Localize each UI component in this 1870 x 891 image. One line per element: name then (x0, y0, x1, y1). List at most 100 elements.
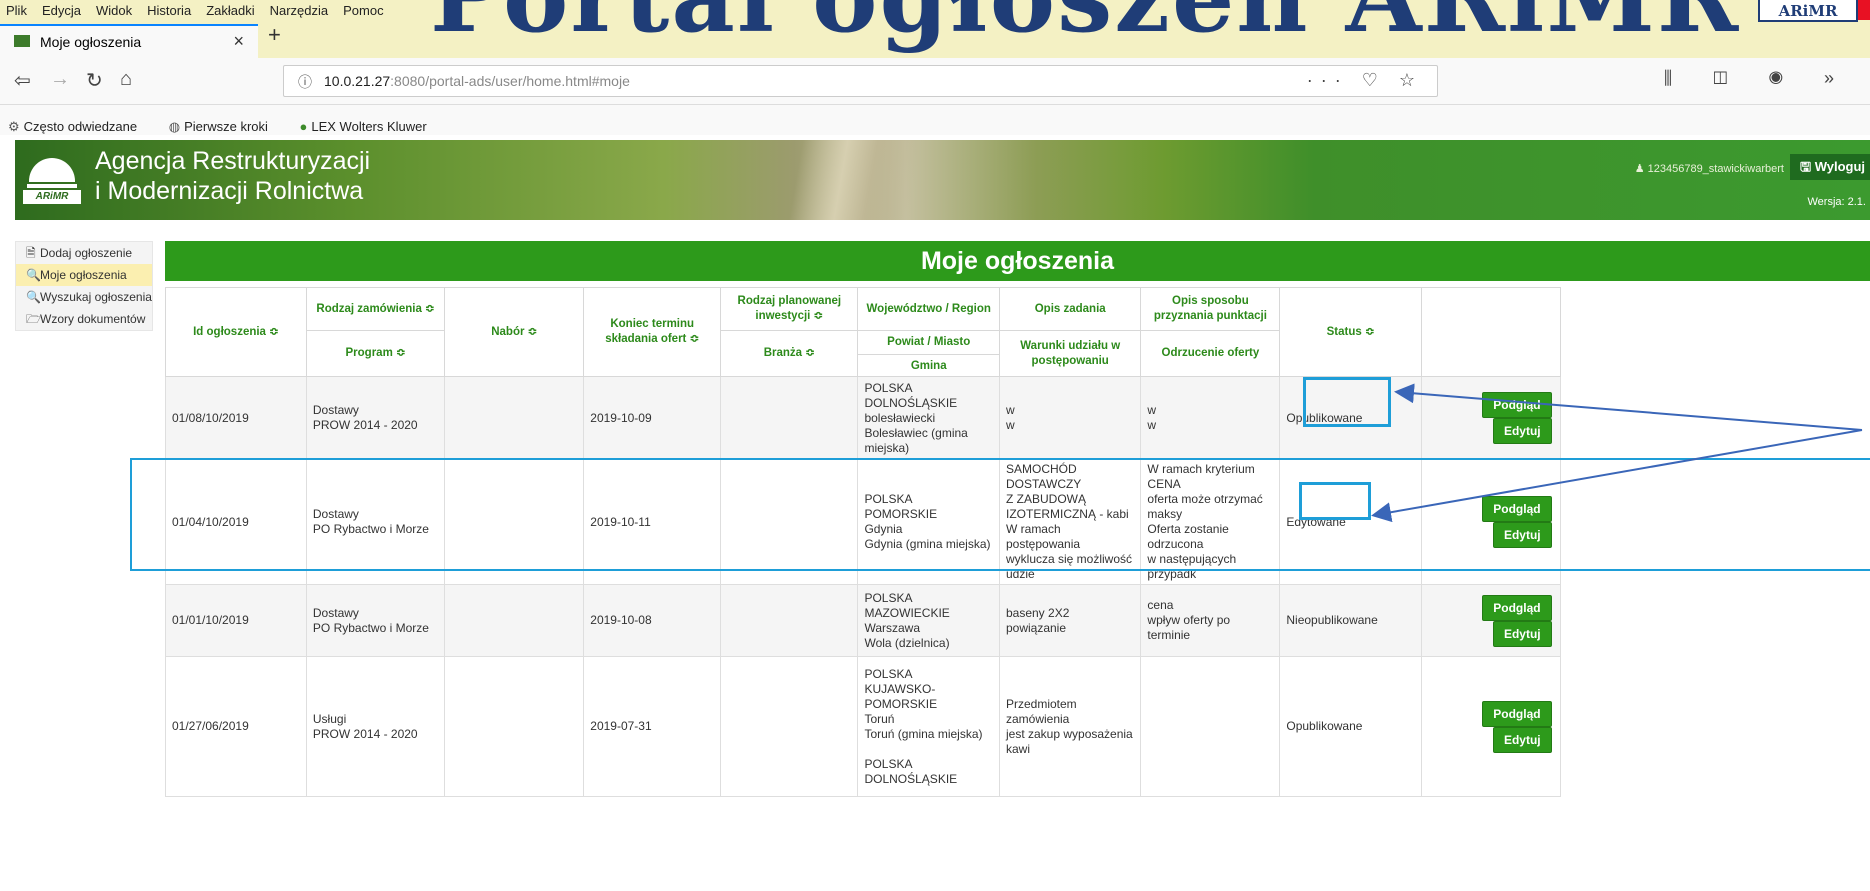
menu-plik[interactable]: Plik (6, 3, 27, 18)
col-header-status[interactable]: Status ≎ (1279, 287, 1422, 377)
edit-button[interactable]: Edytuj (1492, 620, 1552, 647)
logout-button[interactable]: 🖫 Wyloguj (1790, 154, 1870, 180)
cell-rodzaj-program: Usługi PROW 2014 - 2020 (305, 656, 446, 797)
bookmark-label: Często odwiedzane (23, 119, 138, 134)
cell-opis-line: baseny 2X2 (1005, 605, 1070, 620)
menu-zakladki[interactable]: Zakładki (206, 3, 254, 18)
bookmark-item[interactable]: ● LEX Wolters Kluwer (300, 112, 441, 134)
browser-tab[interactable]: Moje ogłoszenia × (0, 24, 258, 58)
cell-opis-line: w (1005, 418, 1015, 432)
cell-koniec: 2019-07-31 (583, 656, 722, 797)
col-header-koniec[interactable]: Koniec terminu składania ofert ≎ (583, 287, 722, 377)
col-header-gmina: Powiat / Miasto Gmina (857, 330, 1000, 377)
edit-button[interactable]: Edytuj (1492, 726, 1552, 753)
sidebar-item-add[interactable]: 🗎 Dodaj ogłoszenie (16, 242, 152, 264)
bookmark-item[interactable]: ⚙ Często odwiedzane (8, 112, 151, 135)
sidebar-item-templates[interactable]: 🗁Wzory dokumentów (16, 308, 152, 330)
cell-punktacja-line: w (1147, 418, 1157, 432)
cell-id: 01/08/10/2019 (165, 376, 307, 460)
cell-lokalizacja-line: POLSKA (864, 380, 913, 395)
sidebar: 🗎 Dodaj ogłoszenie 🔍Moje ogłoszenia 🔍Wysz… (15, 241, 153, 331)
preview-button[interactable]: Podgląd (1482, 700, 1552, 727)
cell-opis-line: Przedmiotem zamówienia (1005, 696, 1077, 726)
cell-punktacja-line: wpływ oferty po terminie (1147, 613, 1231, 642)
highlight-row-box (130, 458, 1870, 571)
menu-pomoc[interactable]: Pomoc (343, 3, 383, 18)
edit-button[interactable]: Edytuj (1492, 418, 1552, 444)
cell-inwestycja (720, 584, 859, 657)
folder-icon: 🗁 (26, 312, 41, 326)
bookmarks-bar: ⚙ Często odwiedzane ◍ Pierwsze kroki ● LEX … (0, 105, 1870, 135)
cell-status: Nieopublikowane (1279, 584, 1422, 657)
menu-edycja[interactable]: Edycja (42, 3, 81, 18)
url-host: 10.0.21.27 (324, 73, 391, 89)
preview-button[interactable]: Podgląd (1482, 392, 1552, 418)
sidebar-item-my-ads[interactable]: 🔍Moje ogłoszenia (16, 264, 152, 286)
col-header-inwestycja[interactable]: Rodzaj planowanej inwestycji ≎ (720, 287, 859, 331)
table-row: 01/08/10/2019 Dostawy PROW 2014 - 2020 2019… (165, 376, 1870, 460)
reload-icon[interactable]: ↻ (86, 68, 103, 93)
cell-nabor (444, 656, 585, 797)
col-header-branza[interactable]: Branża ≎ (720, 330, 859, 377)
header-banner: ARiMR Agencja Restrukturyzacji i Moderni… (15, 140, 1870, 220)
cell-opis: ww (998, 376, 1142, 460)
back-icon[interactable]: ⇦ (14, 68, 31, 93)
gear-icon: ⚙ (8, 119, 20, 134)
col-header-program[interactable]: Program ≎ (305, 330, 446, 377)
cell-lokalizacja-line: miejska) (864, 440, 910, 455)
cell-inwestycja (720, 376, 859, 460)
new-tab-button[interactable]: + (268, 22, 281, 48)
cell-id: 01/27/06/2019 (165, 656, 307, 797)
bookmark-label: LEX Wolters Kluwer (311, 119, 427, 134)
sidebar-item-label: Dodaj ogłoszenie (40, 246, 133, 260)
cell-lokalizacja-line: MAZOWIECKIE (864, 605, 950, 620)
tab-close-icon[interactable]: × (233, 31, 244, 52)
cell-program: PROW 2014 - 2020 (312, 418, 418, 432)
cell-punktacja-line: w (1147, 403, 1157, 417)
cell-punktacja-line: cena (1147, 598, 1174, 612)
document-icon: 🗎 (26, 246, 36, 260)
cell-lokalizacja: POLSKA KUJAWSKO-POMORSKIE Toruń Toruń (gmin… (857, 656, 1000, 797)
browser-navbar: ⇦ → ↻ ⌂ ⓘ 10.0.21.27:8080/portal-ads/use… (0, 58, 1870, 105)
sidebar-item-search[interactable]: 🔍Wyszukaj ogłoszenia (16, 286, 152, 308)
cell-rodzaj-program: Dostawy PO Rybactwo i Morze (305, 584, 446, 657)
sidebar-item-label: Moje ogłoszenia (40, 268, 127, 282)
col-header-actions (1420, 287, 1561, 377)
page-actions-icon[interactable]: ··· ♡ ☆ (1307, 70, 1423, 91)
cell-lokalizacja-line: Wola (dzielnica) (864, 635, 950, 650)
highlight-status-edited (1299, 482, 1371, 520)
cell-lokalizacja-line: DOLNOŚLĄSKIE (864, 395, 958, 410)
logo-sun-shape (29, 158, 75, 182)
bookmark-item[interactable]: ◍ Pierwsze kroki (169, 112, 282, 135)
highlight-status-published (1303, 377, 1391, 427)
menu-widok[interactable]: Widok (96, 3, 132, 18)
preview-button[interactable]: Podgląd (1482, 594, 1552, 621)
site-info-icon[interactable]: ⓘ (298, 72, 312, 92)
cell-punktacja: ww (1140, 376, 1281, 460)
col-header-nabor[interactable]: Nabór ≎ (444, 287, 585, 377)
toolbar-icons[interactable]: ⫼ ◫ ◉ » (1664, 68, 1852, 89)
forward-icon[interactable]: → (50, 68, 70, 91)
cell-nabor (444, 376, 585, 460)
url-text: 10.0.21.27:8080/portal-ads/user/home.htm… (324, 73, 630, 89)
cell-lokalizacja-line: DOLNOŚLĄSKIE (864, 771, 958, 786)
cell-koniec: 2019-10-08 (583, 584, 722, 657)
cell-lokalizacja-line: Warszawa (864, 620, 921, 635)
url-path: :8080/portal-ads/user/home.html#moje (390, 73, 630, 89)
col-header-rodzaj[interactable]: Rodzaj zamówienia ≎ (305, 287, 446, 331)
logout-icon: 🖫 (1800, 159, 1815, 174)
url-bar[interactable]: ⓘ 10.0.21.27:8080/portal-ads/user/home.h… (283, 65, 1438, 97)
cell-lokalizacja-line: Toruń (gmina miejska) (864, 726, 983, 741)
col-header-id[interactable]: Id ogłoszenia ≎ (165, 287, 307, 377)
cell-opis: baseny 2X2 powiązanie (998, 584, 1142, 657)
lex-icon: ● (299, 119, 308, 134)
cell-inwestycja (720, 656, 859, 797)
col-header-odrzucenie: Odrzucenie oferty (1140, 330, 1281, 377)
col-header-powiat: Powiat / Miasto (858, 331, 999, 355)
menu-historia[interactable]: Historia (147, 3, 191, 18)
cell-lokalizacja-line: POLSKA (864, 756, 913, 771)
col-header-warunki: Warunki udziału w postępowaniu (998, 330, 1142, 377)
menu-narzedzia[interactable]: Narzędzia (270, 3, 329, 18)
home-icon[interactable]: ⌂ (120, 68, 132, 91)
overlay-arimr-badge: ARiMR (1758, 0, 1858, 22)
